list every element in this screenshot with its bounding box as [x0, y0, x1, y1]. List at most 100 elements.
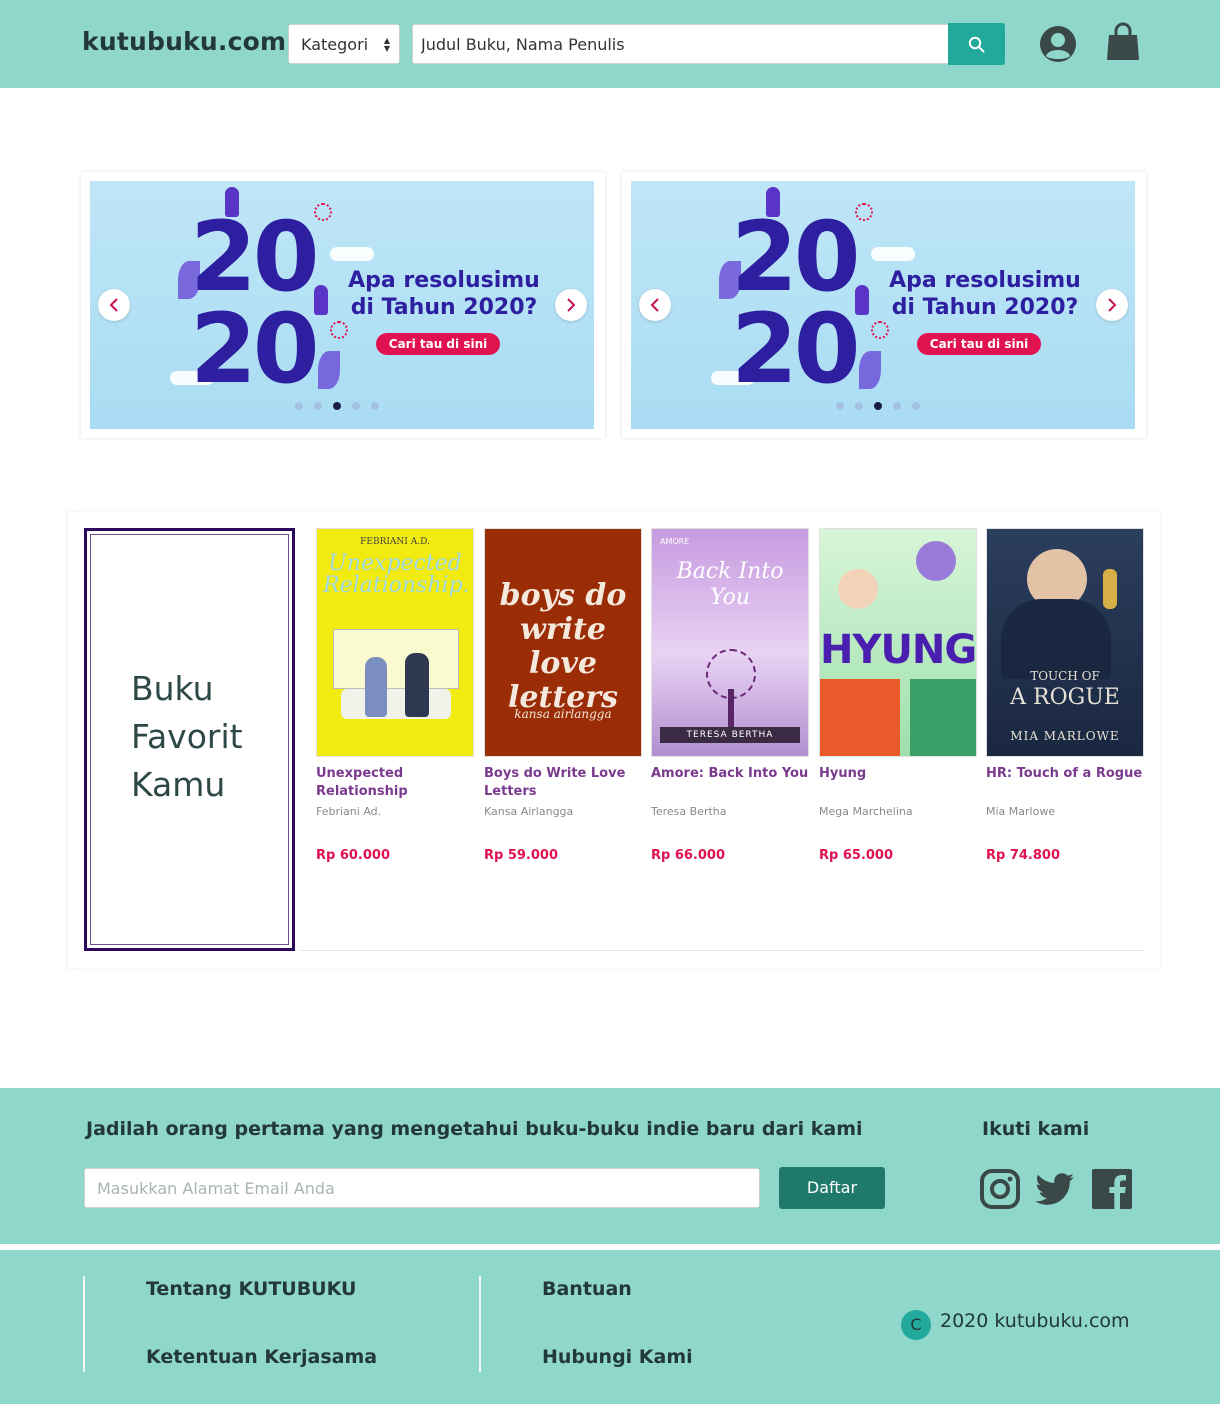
- footer-divider: [83, 1276, 85, 1372]
- cloud-decoration: [330, 247, 374, 261]
- shopping-bag-icon[interactable]: [1106, 22, 1140, 62]
- cover-title: Unexpected Relationship.: [323, 551, 470, 598]
- book-card[interactable]: HYUNG Hyung Mega Marchelina Rp 65.000: [819, 528, 977, 863]
- book-card[interactable]: AMORE Back Into You TERESA BERTHA Amore:…: [651, 528, 809, 863]
- cover-brand: AMORE: [660, 537, 690, 546]
- banner-cta-button[interactable]: Cari tau di sini: [917, 333, 1041, 355]
- site-header: kutubuku.com Kategori ▲ ▼: [0, 0, 1220, 88]
- book-price: Rp 59.000: [484, 848, 559, 863]
- carousel-dot[interactable]: [295, 402, 303, 410]
- cover-title: Back Into You: [676, 559, 784, 610]
- email-field[interactable]: [84, 1168, 760, 1208]
- book-author: Mia Marlowe: [986, 805, 1056, 818]
- footer-link-help[interactable]: Bantuan: [542, 1278, 632, 1300]
- book-cover[interactable]: AMORE Back Into You TERESA BERTHA: [651, 528, 809, 757]
- copyright-text: 2020 kutubuku.com: [940, 1310, 1130, 1332]
- footer-link-partnership-terms[interactable]: Ketentuan Kerjasama: [146, 1346, 377, 1368]
- twitter-icon[interactable]: [1034, 1168, 1076, 1210]
- cover-mirror-illustration: [1103, 569, 1117, 609]
- copyright-icon: C: [901, 1310, 931, 1340]
- book-author: Kansa Airlangga: [484, 805, 574, 818]
- cover-figure-head: [916, 541, 956, 581]
- promo-banner-carousel: 20 20 Apa resolusimu di Tahun 2020? Cari…: [622, 172, 1146, 438]
- book-card[interactable]: TOUCH OF A ROGUE MIA MARLOWE HR: Touch o…: [986, 528, 1144, 863]
- carousel-dots: [295, 402, 379, 410]
- favorite-books-section: Buku Favorit Kamu FEBRIANI A.D. Unexpect…: [68, 512, 1160, 968]
- promo-banner-image[interactable]: 20 20 Apa resolusimu di Tahun 2020? Cari…: [631, 181, 1135, 429]
- book-title[interactable]: HR: Touch of a Rogue: [986, 765, 1144, 801]
- book-title[interactable]: Boys do Write Love Letters: [484, 765, 642, 801]
- person-illustration: [855, 285, 869, 315]
- leaf-decoration: [859, 351, 881, 389]
- subscribe-button[interactable]: Daftar: [779, 1167, 885, 1209]
- carousel-prev-button[interactable]: [639, 289, 671, 321]
- promo-banner-image[interactable]: 20 20 Apa resolusimu di Tahun 2020? Cari…: [90, 181, 594, 429]
- cover-figure-body: [820, 679, 900, 756]
- carousel-dot[interactable]: [352, 402, 360, 410]
- carousel-dots: [836, 402, 920, 410]
- cover-figure: [405, 653, 429, 717]
- carousel-next-button[interactable]: [1096, 289, 1128, 321]
- search-button[interactable]: [948, 23, 1005, 65]
- carousel-dot[interactable]: [912, 402, 920, 410]
- banner-year-bottom: 20: [731, 293, 861, 405]
- cover-figure: [365, 657, 387, 717]
- banner-year-top: 20: [731, 201, 861, 313]
- chevron-left-icon: [109, 298, 118, 312]
- carousel-prev-button[interactable]: [98, 289, 130, 321]
- favorite-books-panel: Buku Favorit Kamu: [84, 528, 295, 951]
- cloud-decoration: [871, 247, 915, 261]
- cover-author: FEBRIANI A.D.: [360, 537, 430, 547]
- cover-title: HYUNG: [820, 627, 977, 673]
- book-cover[interactable]: boys do write love letters kansa airlang…: [484, 528, 642, 757]
- cover-figure-body: [910, 679, 976, 756]
- book-author: Mega Marchelina: [819, 805, 913, 818]
- promo-banner-carousel: 20 20 Apa resolusimu di Tahun 2020? Cari…: [81, 172, 605, 438]
- cover-title: boys do write love letters: [499, 578, 627, 715]
- banner-cta-button[interactable]: Cari tau di sini: [376, 333, 500, 355]
- book-card[interactable]: FEBRIANI A.D. Unexpected Relationship. U…: [316, 528, 474, 863]
- footer-link-contact[interactable]: Hubungi Kami: [542, 1346, 693, 1368]
- carousel-dot[interactable]: [371, 402, 379, 410]
- search-input[interactable]: [412, 24, 948, 64]
- book-cover[interactable]: HYUNG: [819, 528, 977, 757]
- instagram-icon[interactable]: [979, 1168, 1021, 1210]
- newsletter-heading: Jadilah orang pertama yang mengetahui bu…: [86, 1118, 863, 1140]
- cover-author: MIA MARLOWE: [1010, 729, 1120, 743]
- footer-divider: [479, 1276, 481, 1372]
- category-select[interactable]: Kategori ▲ ▼: [288, 24, 400, 64]
- book-cover[interactable]: TOUCH OF A ROGUE MIA MARLOWE: [986, 528, 1144, 757]
- section-divider: [300, 950, 1144, 951]
- firework-decoration: [314, 203, 332, 221]
- favorite-books-title: Buku Favorit Kamu: [131, 669, 243, 804]
- carousel-dot[interactable]: [855, 402, 863, 410]
- carousel-dot-active[interactable]: [333, 402, 341, 410]
- banner-headline: Apa resolusimu di Tahun 2020?: [348, 268, 540, 320]
- book-cover[interactable]: FEBRIANI A.D. Unexpected Relationship.: [316, 528, 474, 757]
- site-footer: Tentang KUTUBUKU Ketentuan Kerjasama Ban…: [0, 1250, 1220, 1404]
- site-logo[interactable]: kutubuku.com: [82, 27, 286, 56]
- carousel-dot[interactable]: [836, 402, 844, 410]
- chevron-right-icon: [1108, 298, 1117, 312]
- carousel-next-button[interactable]: [555, 289, 587, 321]
- book-title[interactable]: Amore: Back Into You: [651, 765, 809, 801]
- carousel-dot[interactable]: [314, 402, 322, 410]
- book-price: Rp 66.000: [651, 848, 726, 863]
- book-author: Teresa Bertha: [651, 805, 727, 818]
- cover-figure-head: [838, 569, 878, 609]
- carousel-dot[interactable]: [893, 402, 901, 410]
- carousel-dot-active[interactable]: [874, 402, 882, 410]
- footer-link-about[interactable]: Tentang KUTUBUKU: [146, 1278, 356, 1300]
- follow-us-title: Ikuti kami: [982, 1118, 1090, 1140]
- category-select-value: Kategori: [301, 35, 369, 54]
- user-icon[interactable]: [1039, 25, 1077, 63]
- book-title[interactable]: Unexpected Relationship: [316, 765, 474, 801]
- chevron-right-icon: [567, 298, 576, 312]
- facebook-icon[interactable]: [1091, 1168, 1133, 1210]
- book-author: Febriani Ad.: [316, 805, 382, 818]
- book-price: Rp 74.800: [986, 848, 1061, 863]
- firework-decoration: [871, 321, 889, 339]
- book-title[interactable]: Hyung: [819, 765, 977, 801]
- book-card[interactable]: boys do write love letters kansa airlang…: [484, 528, 642, 863]
- banner-headline: Apa resolusimu di Tahun 2020?: [889, 268, 1081, 320]
